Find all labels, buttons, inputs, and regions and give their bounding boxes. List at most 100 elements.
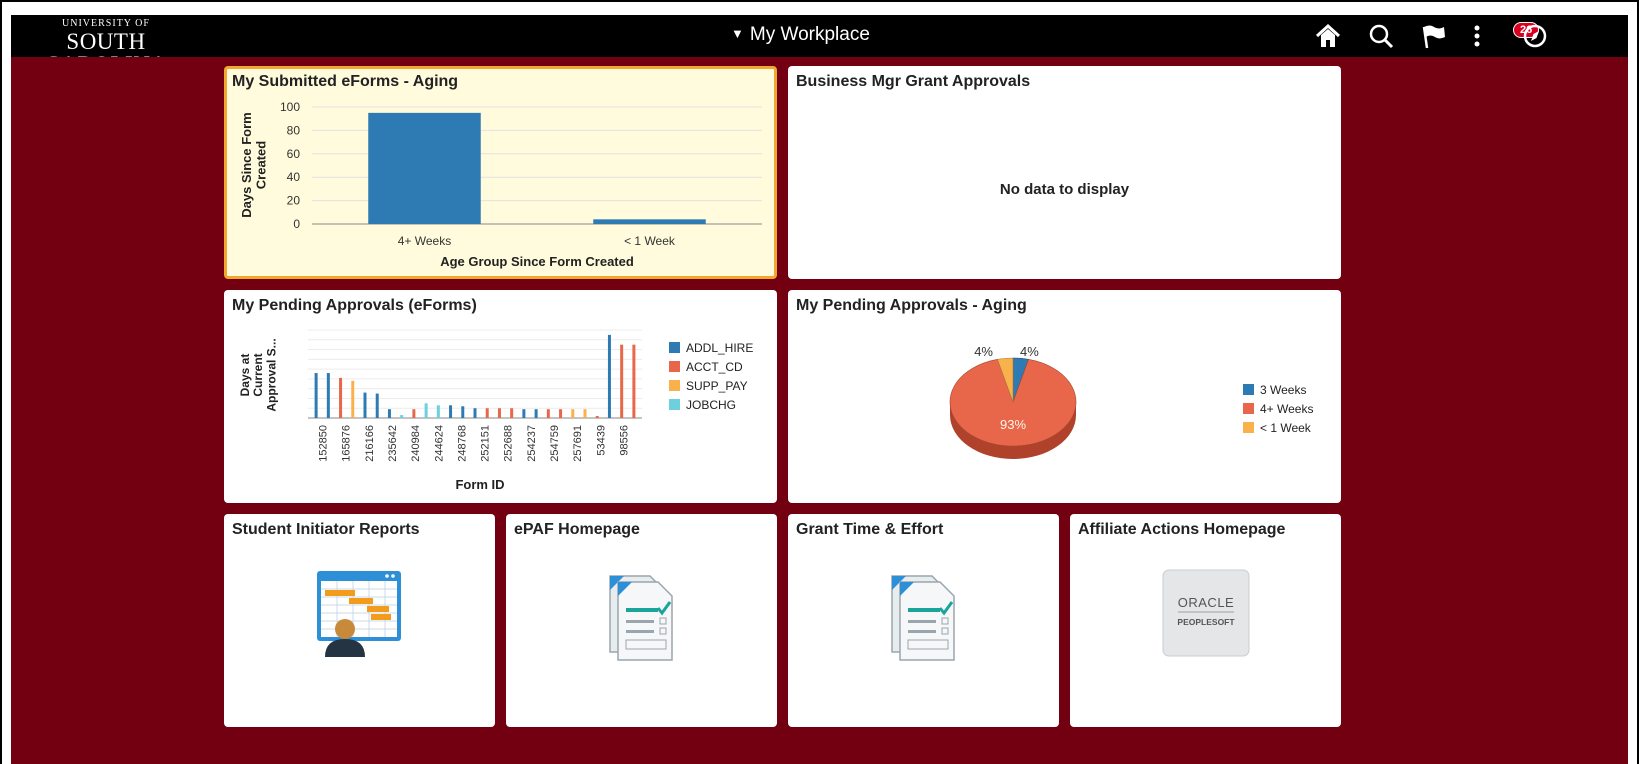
- legend-swatch: [669, 361, 680, 372]
- legend-label: ACCT_CD: [686, 360, 743, 374]
- legend-label: 3 Weeks: [1260, 383, 1306, 397]
- x-axis-title: Age Group Since Form Created: [440, 254, 634, 269]
- x-axis-title: Form ID: [455, 477, 504, 492]
- bar: [436, 405, 440, 418]
- bar: [339, 377, 343, 418]
- home-icon[interactable]: [1314, 23, 1342, 49]
- logo-line-1: UNIVERSITY OF: [62, 18, 150, 29]
- bar: [497, 408, 501, 418]
- pie-value-label: 4%: [974, 344, 993, 359]
- tile-grant-time-effort[interactable]: Grant Time & Effort: [788, 514, 1059, 727]
- x-tick-label: 165876: [341, 425, 353, 462]
- bar: [326, 373, 330, 418]
- y-tick-label: 0: [293, 217, 300, 231]
- bar: [583, 409, 587, 418]
- peoplesoft-logo-text: PEOPLESOFT: [1177, 617, 1235, 627]
- submitted-aging-chart: 0 20 40 60 80 100 4+ Weeks < 1 Week Age Group Si…: [239, 100, 762, 269]
- tile-title: ePAF Homepage: [514, 521, 640, 538]
- bar: [375, 393, 379, 418]
- bar: [424, 403, 428, 418]
- x-tick-label: 53439: [595, 425, 607, 456]
- flag-icon[interactable]: [1420, 23, 1448, 49]
- x-tick-label: < 1 Week: [624, 234, 676, 248]
- legend-label: ADDL_HIRE: [686, 341, 753, 355]
- bar: [351, 380, 355, 418]
- y-axis-title: Days atCurrentApproval S...: [238, 338, 278, 411]
- bar: [368, 112, 481, 224]
- legend-swatch: [669, 342, 680, 353]
- x-tick-label: 235642: [387, 425, 399, 462]
- tile-student-initiator-reports[interactable]: Student Initiator Reports: [224, 514, 495, 727]
- x-tick-label: 257691: [572, 425, 584, 462]
- oracle-logo-text: ORACLE: [1177, 595, 1233, 610]
- top-navigation-bar: UNIVERSITY OF SOUTH CAROLINA ▼My Workpla…: [11, 15, 1628, 76]
- checklist-document-icon: [886, 572, 962, 667]
- tile-pending-approvals-eforms[interactable]: My Pending Approvals (eForms) 152850 1658…: [224, 290, 777, 503]
- bar: [571, 409, 575, 418]
- x-tick-label: 240984: [410, 425, 422, 462]
- x-tick-label: 254237: [526, 425, 538, 462]
- tile-business-mgr-grant-approvals[interactable]: Business Mgr Grant Approvals No data to …: [788, 66, 1341, 279]
- legend-swatch: [669, 380, 680, 391]
- bar: [522, 409, 526, 418]
- legend-swatch: [669, 399, 680, 410]
- navbar-compass-icon[interactable]: [1521, 23, 1549, 49]
- legend-label: < 1 Week: [1260, 421, 1312, 435]
- bar: [632, 344, 636, 418]
- tile-submitted-eforms-aging[interactable]: My Submitted eForms - Aging 0 20 40 60 80 100…: [224, 66, 777, 279]
- y-tick-label: 80: [287, 123, 301, 137]
- legend-label: 4+ Weeks: [1260, 402, 1313, 416]
- x-tick-label: 152850: [318, 425, 330, 462]
- x-tick-label: 98556: [618, 425, 630, 456]
- page-title-dropdown[interactable]: ▼ My Workplace: [731, 24, 870, 46]
- y-axis-title: Days Since FormCreated: [239, 112, 268, 218]
- x-tick-label: 4+ Weeks: [398, 234, 451, 248]
- page-title: My Workplace: [749, 24, 870, 45]
- bar: [363, 392, 367, 418]
- tile-title: Business Mgr Grant Approvals: [796, 73, 1031, 90]
- legend-swatch: [1243, 422, 1254, 433]
- bar: [593, 219, 706, 224]
- search-icon[interactable]: [1367, 23, 1395, 49]
- more-actions-icon[interactable]: [1470, 23, 1484, 49]
- pending-aging-pie-chart: 4% 93% 4% 3 Weeks 4+ Weeks < 1 Week: [949, 344, 1313, 459]
- gantt-report-icon: [315, 569, 405, 662]
- y-tick-label: 60: [287, 147, 301, 161]
- y-tick-label: 100: [280, 100, 300, 114]
- homepage-canvas: My Submitted eForms - Aging 0 20 40 60 80 100…: [11, 57, 1628, 764]
- tile-title: Affiliate Actions Homepage: [1078, 521, 1286, 538]
- bar: [387, 409, 391, 418]
- pending-approvals-chart: 152850 165876 216166 235642 240984 244624 2487…: [238, 329, 753, 492]
- bar: [546, 409, 550, 418]
- x-tick-label: 244624: [433, 425, 445, 462]
- tile-pending-approvals-aging[interactable]: My Pending Approvals - Aging 4% 93% 4% 3 We…: [788, 290, 1341, 503]
- pie-value-label: 93%: [1000, 417, 1026, 432]
- y-tick-label: 40: [287, 170, 301, 184]
- bar: [510, 408, 514, 418]
- bar: [607, 334, 611, 418]
- legend-swatch: [1243, 384, 1254, 395]
- oracle-peoplesoft-logo: ORACLE PEOPLESOFT: [1162, 569, 1250, 662]
- bar: [449, 405, 453, 418]
- bar: [595, 416, 599, 418]
- x-tick-label: 248768: [456, 425, 468, 462]
- tile-epaf-homepage[interactable]: ePAF Homepage: [506, 514, 777, 727]
- legend-label: SUPP_PAY: [686, 379, 748, 393]
- pie-value-label: 4%: [1020, 344, 1039, 359]
- tile-affiliate-actions-homepage[interactable]: Affiliate Actions Homepage ORACLE PEOPLE…: [1070, 514, 1341, 727]
- legend-label: JOBCHG: [686, 398, 736, 412]
- legend-swatch: [1243, 403, 1254, 414]
- x-tick-label: 254759: [549, 425, 561, 462]
- y-tick-label: 20: [287, 194, 301, 208]
- bar: [534, 409, 538, 418]
- x-tick-label: 252688: [503, 425, 515, 462]
- bar: [620, 344, 624, 418]
- tile-title: Student Initiator Reports: [232, 521, 420, 538]
- caret-down-icon: ▼: [731, 26, 744, 41]
- bar: [314, 373, 318, 418]
- bar: [461, 406, 465, 418]
- bar: [400, 415, 404, 418]
- bar: [485, 408, 489, 418]
- x-tick-label: 252151: [480, 425, 492, 462]
- no-data-message: No data to display: [999, 181, 1130, 198]
